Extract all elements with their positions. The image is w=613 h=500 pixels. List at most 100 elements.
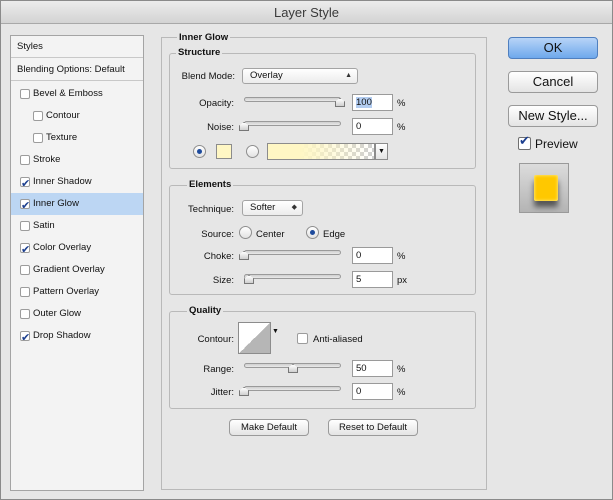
satin-checkbox[interactable] [20,221,30,231]
gradient-dropdown-arrow-icon[interactable]: ▼ [375,143,388,160]
styles-panel: Styles Blending Options: Default Bevel &… [10,35,144,491]
styles-header[interactable]: Styles [11,36,143,58]
updown-arrow-icon: ◆ [291,204,297,211]
style-item-satin[interactable]: Satin [11,215,143,237]
choke-field[interactable]: 0 [352,247,393,264]
technique-label: Technique: [188,204,234,215]
contour-label: Contour: [197,334,234,345]
style-item-outer-glow[interactable]: Outer Glow [11,303,143,325]
reset-to-default-button[interactable]: Reset to Default [328,419,418,436]
opacity-value: 100 [356,97,372,108]
style-item-label: Satin [33,220,55,231]
range-label: Range: [203,364,234,375]
style-item-stroke[interactable]: Stroke [11,149,143,171]
source-label: Source: [201,229,234,240]
gradient-radio[interactable] [246,145,259,158]
opacity-field[interactable]: 100 [352,94,393,111]
bevel-emboss-checkbox[interactable] [20,89,30,99]
stroke-checkbox[interactable] [20,155,30,165]
technique-value: Softer [250,202,276,213]
style-item-pattern-overlay[interactable]: Pattern Overlay [11,281,143,303]
make-default-button[interactable]: Make Default [229,419,309,436]
texture-checkbox[interactable] [33,133,43,143]
layer-style-dialog: Layer Style Styles Blending Options: Def… [0,0,613,500]
range-field[interactable]: 50 [352,360,393,377]
contour-preview[interactable] [238,322,271,354]
preview-checkbox[interactable]: ✔ [518,133,531,150]
blend-mode-label: Blend Mode: [181,71,235,82]
noise-label: Noise: [207,122,234,133]
style-item-label: Contour [46,110,80,121]
drop-shadow-checkbox[interactable] [20,327,30,349]
source-center-label: Center [256,229,285,240]
anti-aliased-label: Anti-aliased [313,334,363,345]
style-item-label: Inner Shadow [33,176,92,187]
blend-mode-value: Overlay [250,70,283,81]
cancel-button[interactable]: Cancel [508,71,598,93]
style-item-label: Color Overlay [33,242,92,253]
inner-shadow-checkbox[interactable] [20,173,30,195]
style-item-drop-shadow[interactable]: Drop Shadow [11,325,143,349]
elements-title: Elements [187,179,234,190]
jitter-unit: % [397,387,406,398]
technique-select[interactable]: Softer ◆ [242,200,303,216]
noise-field[interactable]: 0 [352,118,393,135]
style-item-gradient-overlay[interactable]: Gradient Overlay [11,259,143,281]
style-item-inner-glow[interactable]: Inner Glow [11,193,143,217]
style-item-label: Inner Glow [33,198,79,209]
new-style-button[interactable]: New Style... [508,105,598,127]
range-unit: % [397,364,406,375]
contour-checkbox[interactable] [33,111,43,121]
preview-label: Preview [535,137,578,151]
style-item-texture[interactable]: Texture [11,127,143,149]
choke-label: Choke: [203,251,234,262]
style-item-color-overlay[interactable]: Color Overlay [11,237,143,261]
style-item-label: Gradient Overlay [33,264,105,275]
style-item-bevel-emboss[interactable]: Bevel & Emboss [11,83,143,105]
choke-slider[interactable] [244,250,341,255]
preview-swatch [534,175,558,201]
style-item-label: Bevel & Emboss [33,88,103,99]
jitter-label: Jitter: [210,387,234,398]
inner-glow-checkbox[interactable] [20,195,30,217]
style-item-label: Stroke [33,154,61,165]
inner-glow-title: Inner Glow [177,32,231,43]
outer-glow-checkbox[interactable] [20,309,30,319]
style-item-contour[interactable]: Contour [11,105,143,127]
style-item-label: Texture [46,132,78,143]
jitter-field[interactable]: 0 [352,383,393,400]
ok-button[interactable]: OK [508,37,598,59]
jitter-slider[interactable] [244,386,341,391]
gradient-picker[interactable] [267,143,375,160]
checkmark-icon: ✔ [519,133,530,148]
window-title: Layer Style [1,1,612,24]
opacity-unit: % [397,98,406,109]
blending-options-item[interactable]: Blending Options: Default [11,59,143,81]
style-preview [519,163,569,213]
style-item-label: Drop Shadow [33,330,91,341]
noise-unit: % [397,122,406,133]
updown-arrow-icon: ▲ [345,72,352,79]
color-overlay-checkbox[interactable] [20,239,30,261]
source-center-radio[interactable] [239,226,252,239]
source-edge-radio[interactable] [306,226,319,239]
anti-aliased-checkbox[interactable] [297,333,308,344]
style-item-label: Outer Glow [33,308,82,319]
size-slider[interactable] [244,274,341,279]
contour-dropdown-arrow-icon[interactable]: ▼ [272,328,279,335]
opacity-slider[interactable] [244,97,341,102]
size-label: Size: [212,275,234,286]
pattern-overlay-checkbox[interactable] [20,287,30,297]
solid-color-radio[interactable] [193,145,206,158]
glow-color-swatch[interactable] [216,144,232,159]
source-edge-label: Edge [323,229,346,240]
structure-title: Structure [176,47,223,58]
style-item-inner-shadow[interactable]: Inner Shadow [11,171,143,195]
style-item-label: Pattern Overlay [33,286,99,297]
quality-title: Quality [187,305,224,316]
choke-unit: % [397,251,406,262]
gradient-overlay-checkbox[interactable] [20,265,30,275]
size-field[interactable]: 5 [352,271,393,288]
noise-slider[interactable] [244,121,341,126]
blend-mode-select[interactable]: Overlay ▲ [242,68,358,84]
